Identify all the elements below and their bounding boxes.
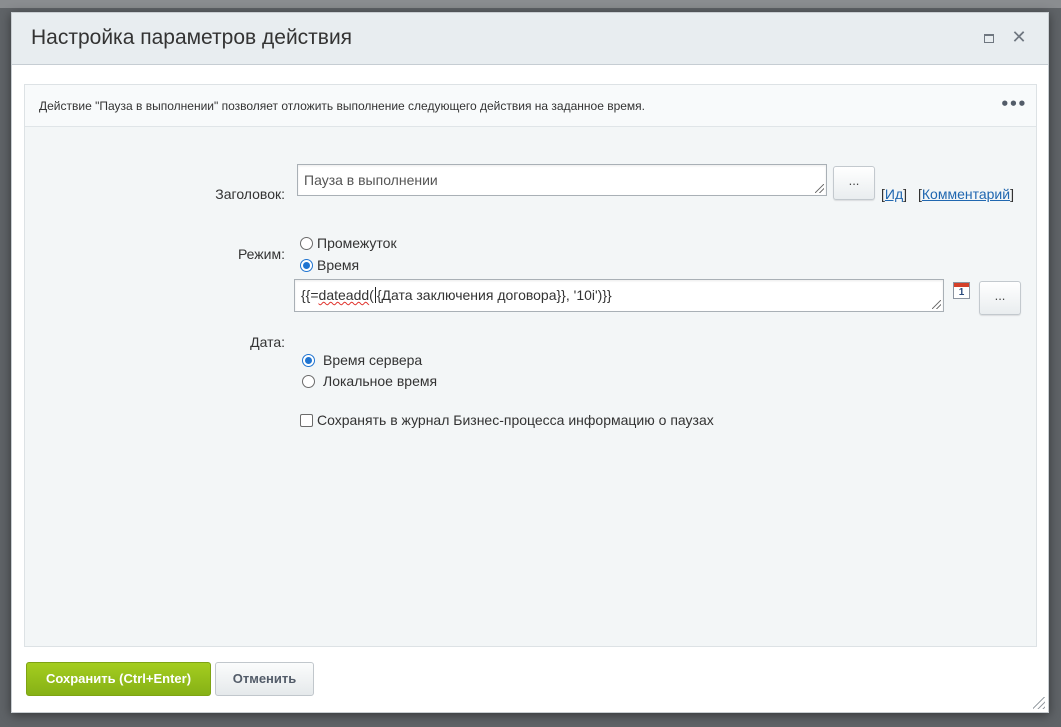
calendar-day: 1 — [958, 287, 965, 298]
dialog-resize-icon[interactable] — [1033, 697, 1045, 709]
mode-option-label: Промежуток — [317, 235, 397, 251]
radio-local-time[interactable] — [302, 374, 315, 388]
bracket-close: ] — [1010, 186, 1014, 202]
title-label: Заголовок: — [215, 186, 285, 202]
dialog-footer: Сохранить (Ctrl+Enter) Отменить — [12, 646, 1048, 712]
title-insert-button[interactable]: ... — [833, 166, 875, 200]
comment-link[interactable]: Комментарий — [922, 186, 1010, 202]
date-input-prefix: {{= — [301, 287, 319, 303]
title-input[interactable]: Пауза в выполнении — [297, 164, 827, 196]
log-pauses-label: Сохранять в журнал Бизнес-процесса инфор… — [317, 412, 714, 428]
action-description: Действие "Пауза в выполнении" позволяет … — [39, 99, 645, 113]
calendar-icon[interactable]: 1 — [953, 282, 970, 299]
timezone-option-local[interactable]: Локальное время — [302, 373, 437, 389]
id-link-wrap: [Ид] — [881, 186, 907, 202]
text-cursor — [374, 287, 376, 303]
description-bar: Действие "Пауза в выполнении" позволяет … — [25, 85, 1036, 127]
action-settings-dialog: Настройка параметров действия ✕ Действие… — [11, 12, 1049, 713]
resize-grip-icon[interactable] — [815, 184, 824, 193]
date-insert-button[interactable]: ... — [979, 281, 1021, 315]
log-pauses-checkbox[interactable] — [300, 413, 313, 427]
radio-server-time[interactable] — [302, 353, 315, 367]
settings-panel: Действие "Пауза в выполнении" позволяет … — [24, 84, 1037, 647]
date-input-paren: ( — [369, 287, 374, 303]
page-backdrop — [0, 0, 1061, 8]
bracket-close: ] — [903, 186, 908, 202]
mode-option-time[interactable]: Время — [300, 257, 359, 273]
mode-option-label: Время — [317, 257, 360, 273]
date-label: Дата: — [250, 334, 285, 350]
timezone-option-server[interactable]: Время сервера — [302, 352, 422, 368]
id-link[interactable]: Ид — [885, 186, 903, 202]
date-input-rest: {Дата заключения договора}}, '10i')}} — [376, 287, 612, 303]
more-options-icon[interactable]: ••• — [1000, 94, 1027, 114]
title-input-value: Пауза в выполнении — [304, 172, 438, 188]
mode-option-interval[interactable]: Промежуток — [300, 235, 397, 251]
save-button[interactable]: Сохранить (Ctrl+Enter) — [26, 662, 211, 696]
timezone-option-label: Время сервера — [323, 352, 423, 368]
dialog-title: Настройка параметров действия — [31, 26, 353, 49]
log-pauses-option[interactable]: Сохранять в журнал Бизнес-процесса инфор… — [300, 412, 714, 428]
radio-time[interactable] — [300, 258, 313, 272]
radio-interval[interactable] — [300, 236, 313, 250]
date-input-func: dateadd — [318, 287, 370, 303]
maximize-icon[interactable] — [978, 27, 1000, 49]
date-input[interactable]: {{=dateadd({Дата заключения договора}}, … — [294, 279, 944, 312]
close-icon[interactable]: ✕ — [1008, 27, 1030, 49]
resize-grip-icon[interactable] — [932, 300, 941, 309]
dialog-titlebar: Настройка параметров действия ✕ — [12, 13, 1048, 65]
cancel-button[interactable]: Отменить — [215, 662, 314, 696]
mode-label: Режим: — [237, 246, 285, 262]
comment-link-wrap: [Комментарий] — [918, 186, 1014, 202]
timezone-option-label: Локальное время — [323, 373, 438, 389]
